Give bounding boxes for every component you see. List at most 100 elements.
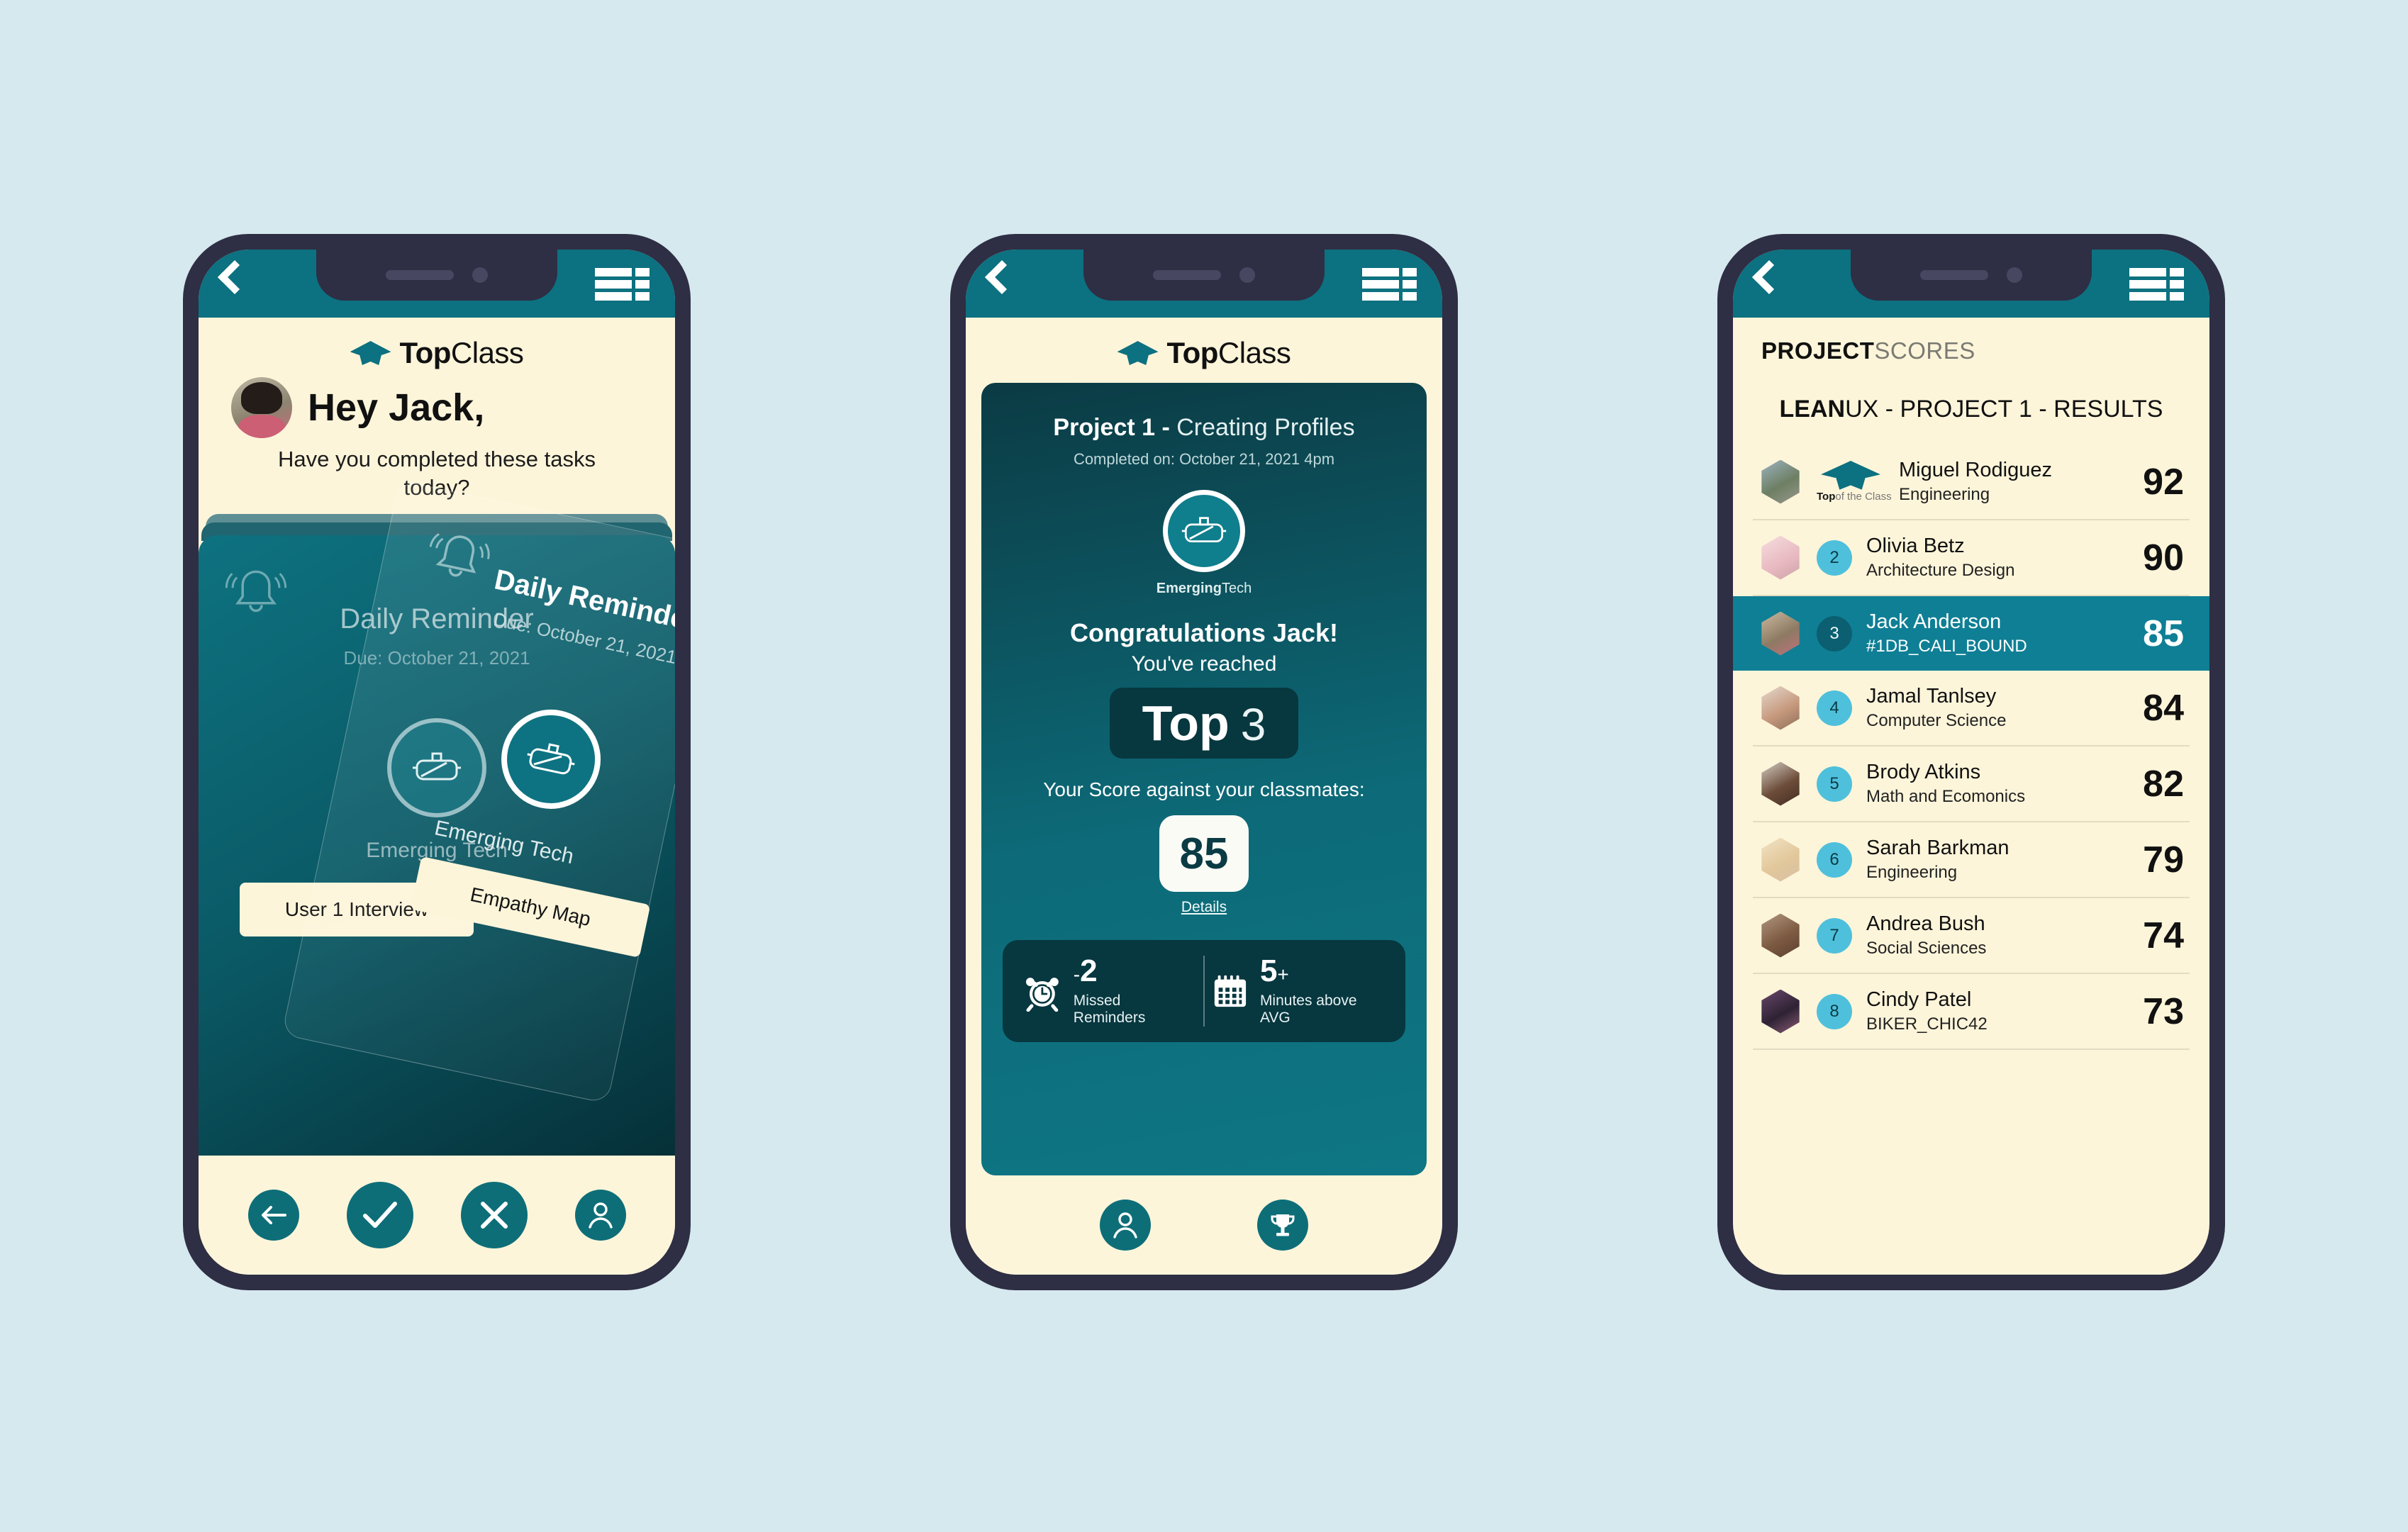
student-name: Jamal Tanlsey (1866, 685, 1997, 708)
table-row[interactable]: 4 Jamal Tanlsey Computer Science 84 (1753, 671, 2190, 747)
dismiss-button[interactable] (460, 1182, 528, 1248)
table-row[interactable]: 3 Jack Anderson #1DB_CALI_BOUND 85 (1733, 596, 2209, 671)
subtitle-bold: LEAN (1779, 396, 1846, 423)
brand-name: TopClass (1167, 336, 1291, 370)
brand-name: TopClass (400, 336, 524, 370)
row-info: Olivia Betz Architecture Design (1866, 535, 2129, 581)
chevron-left-icon[interactable] (984, 259, 1020, 295)
student-name: Cindy Patel (1866, 988, 1972, 1011)
profile-button[interactable] (1100, 1200, 1151, 1251)
chevron-left-icon[interactable] (1751, 259, 1787, 295)
first-badge-bold: Top (1817, 491, 1836, 503)
stats-bar: -2 Missed Reminders 5+ Minutes above AVG (1003, 940, 1405, 1042)
table-row[interactable]: 5 Brody Atkins Math and Ecomonics 82 (1753, 747, 2190, 822)
stat-missed-reminders: -2 Missed Reminders (1015, 956, 1203, 1027)
phone-3-screen: PROJECTSCORES LEANUX - PROJECT 1 - RESUL… (1733, 250, 2209, 1275)
project-title-light: Creating Profiles (1176, 414, 1355, 441)
calendar-icon (1214, 975, 1247, 1007)
chevron-left-icon[interactable] (217, 259, 252, 295)
details-link[interactable]: Details (1181, 899, 1227, 916)
missed-reminders-value: -2 (1073, 954, 1098, 988)
row-info: Jack Anderson #1DB_CALI_BOUND (1866, 610, 2129, 656)
student-score: 92 (2143, 461, 2184, 503)
student-name: Jack Anderson (1866, 610, 2002, 633)
phone-1: TopClass Hey Jack, Have you completed th… (183, 234, 691, 1290)
mockup-canvas: TopClass Hey Jack, Have you completed th… (0, 0, 2408, 1532)
badge-label-light: Tech (1222, 581, 1252, 596)
vr-headset-icon (1181, 517, 1227, 543)
accept-button[interactable] (346, 1182, 413, 1248)
project-result-card: Project 1 - Creating Profiles Completed … (981, 383, 1427, 1175)
reached-text: You've reached (1131, 652, 1277, 676)
missed-sign: - (1073, 963, 1081, 985)
row-info: Jamal Tanlsey Computer Science (1866, 685, 2129, 731)
results-subtitle: LEANUX - PROJECT 1 - RESULTS (1733, 364, 2209, 444)
student-score: 73 (2143, 990, 2184, 1032)
row-info: Brody Atkins Math and Ecomonics (1866, 761, 2129, 807)
top-word: Top (1142, 695, 1230, 751)
notch (1851, 250, 2092, 301)
row-info: Miguel Rodiguez Engineering (1899, 459, 2129, 505)
notch (316, 250, 557, 301)
student-name: Sarah Barkman (1866, 837, 2010, 859)
grid-menu-icon[interactable] (595, 268, 650, 301)
brand-logo: TopClass (199, 318, 675, 374)
trophy-button[interactable] (1257, 1200, 1308, 1251)
back-button[interactable] (247, 1190, 299, 1241)
phone2-bottom-nav (966, 1175, 1442, 1275)
close-x-icon (480, 1202, 508, 1229)
ringing-bell-icon (429, 533, 490, 577)
leaderboard: Topof the Class Miguel Rodiguez Engineer… (1733, 444, 2209, 1275)
student-subtitle: Computer Science (1866, 711, 2007, 730)
student-score: 82 (2143, 763, 2184, 805)
avatar (1761, 837, 1800, 882)
student-score: 79 (2143, 839, 2184, 880)
arrow-left-icon (261, 1206, 286, 1224)
student-subtitle: #1DB_CALI_BOUND (1866, 637, 2027, 656)
trophy-icon (1271, 1214, 1295, 1236)
avatar (1761, 611, 1800, 656)
avatar (1761, 535, 1800, 580)
category-icon-circle (492, 700, 611, 819)
person-icon (1113, 1212, 1137, 1239)
category-badge-label: EmergingTech (1156, 581, 1252, 597)
student-name: Olivia Betz (1866, 535, 1965, 557)
phone-2: TopClass Project 1 - Creating Profiles C… (950, 234, 1458, 1290)
greeting-row: Hey Jack, (199, 374, 675, 438)
row-info: Sarah Barkman Engineering (1866, 837, 2129, 883)
brand-bold: Top (1166, 336, 1219, 369)
badge-label-bold: Emerging (1156, 581, 1222, 596)
reminder-card-stack: Daily Reminder Due: October 21, 2021 Eme… (199, 480, 675, 1156)
student-name: Andrea Bush (1866, 912, 1985, 935)
table-row[interactable]: 7 Andrea Bush Social Sciences 74 (1753, 898, 2190, 974)
minutes-sign: + (1277, 963, 1289, 985)
brand-logo: TopClass (966, 318, 1442, 374)
graduation-cap-icon (1117, 341, 1159, 365)
phone1-topbar (199, 250, 675, 318)
student-score: 85 (2143, 613, 2184, 654)
student-score: 84 (2143, 687, 2184, 729)
page-title-bold: PROJECT (1761, 337, 1875, 364)
profile-button[interactable] (574, 1190, 626, 1241)
table-row[interactable]: 2 Olivia Betz Architecture Design 90 (1753, 520, 2190, 596)
notch (1083, 250, 1325, 301)
greeting-text: Hey Jack, (308, 386, 485, 429)
student-score: 90 (2143, 537, 2184, 578)
avatar (1761, 459, 1800, 504)
graduation-cap-icon (350, 341, 391, 365)
table-row[interactable]: 6 Sarah Barkman Engineering 79 (1753, 822, 2190, 898)
completed-on: Completed on: October 21, 2021 4pm (1073, 450, 1335, 468)
project-title: Project 1 - Creating Profiles (1053, 414, 1354, 442)
score-value: 85 (1159, 815, 1249, 892)
table-row[interactable]: 8 Cindy Patel BIKER_CHIC42 73 (1753, 974, 2190, 1050)
table-row[interactable]: Topof the Class Miguel Rodiguez Engineer… (1753, 444, 2190, 520)
subtitle-light: UX - PROJECT 1 - RESULTS (1845, 396, 2163, 423)
stat-minutes-above-avg: 5+ Minutes above AVG (1205, 956, 1393, 1027)
grid-menu-icon[interactable] (1362, 268, 1417, 301)
first-badge-light: of the Class (1835, 491, 1892, 503)
grid-menu-icon[interactable] (2129, 268, 2184, 301)
top-of-class-badge: Topof the Class (1817, 461, 1892, 503)
minutes-above-avg-caption: Minutes above AVG (1259, 993, 1357, 1026)
rank-badge: 2 (1817, 539, 1852, 576)
brand-light: Class (450, 336, 524, 369)
